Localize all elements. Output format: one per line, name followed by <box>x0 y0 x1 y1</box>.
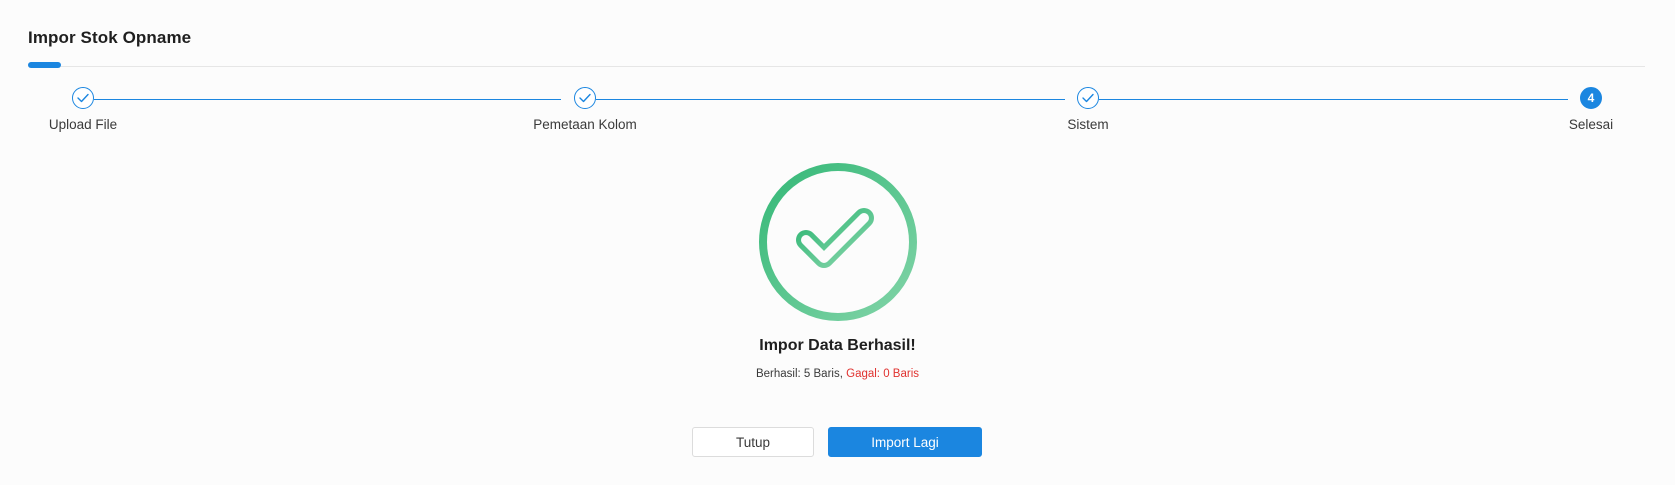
success-count: Berhasil: 5 Baris, <box>755 368 843 380</box>
import-stepper: Upload File Pemetaan Kolom Sistem 4 Sele… <box>0 87 1675 147</box>
step-finish: 4 Selesai <box>1491 87 1675 132</box>
header-divider <box>28 66 1645 67</box>
step-system: Sistem <box>988 87 1188 132</box>
result-summary: Berhasil: 5 Baris, Gagal: 0 Baris <box>0 368 1675 380</box>
step-column-mapping: Pemetaan Kolom <box>485 87 685 132</box>
page-title: Impor Stok Opname <box>28 28 192 47</box>
step-label: Pemetaan Kolom <box>533 117 637 132</box>
import-again-button[interactable]: Import Lagi <box>828 427 982 457</box>
close-button[interactable]: Tutup <box>692 427 814 457</box>
step-label: Sistem <box>1067 117 1109 132</box>
check-icon <box>1077 87 1099 109</box>
step-label: Selesai <box>1568 117 1614 132</box>
import-stock-opname-page: Impor Stok Opname Upload File Pemetaan K… <box>0 0 1675 485</box>
step-upload-file: Upload File <box>0 87 183 132</box>
fail-count: Gagal: 0 Baris <box>846 368 919 380</box>
result-title: Impor Data Berhasil! <box>759 337 916 354</box>
check-icon <box>574 87 596 109</box>
success-check-icon <box>756 160 920 324</box>
check-icon <box>72 87 94 109</box>
step-number-badge: 4 <box>1580 87 1602 109</box>
step-label: Upload File <box>48 117 118 132</box>
header-active-indicator <box>28 62 61 68</box>
